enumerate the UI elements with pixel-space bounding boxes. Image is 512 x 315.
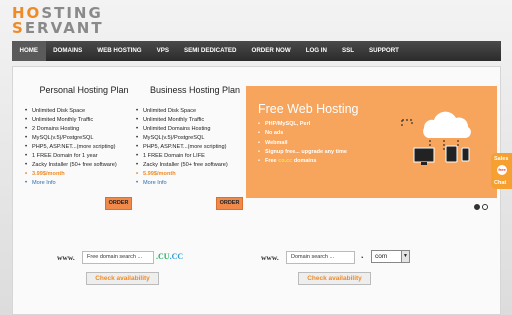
- chat-sales-label: Sales: [494, 156, 509, 162]
- banner-item: Signup free... upgrade any time: [258, 148, 347, 158]
- nav-log-in[interactable]: LOG IN: [298, 41, 334, 61]
- more-info-link[interactable]: More Info: [136, 179, 254, 188]
- main-nav: HOME DOMAINS WEB HOSTING VPS SEMI DEDICA…: [12, 41, 501, 61]
- domain-search-input[interactable]: Domain search ...: [286, 251, 355, 264]
- nav-order-now[interactable]: ORDER NOW: [244, 41, 298, 61]
- check-availability-free-button[interactable]: Check availability: [86, 272, 159, 285]
- feature-item: 2 Domains Hosting: [25, 125, 143, 134]
- feature-item: Zacky Installer (50+ free software): [25, 161, 143, 170]
- banner-item: Free co.cc domains: [258, 157, 347, 167]
- www-label: www.: [57, 253, 75, 262]
- feature-item: Unlimited Monthly Traffic: [25, 116, 143, 125]
- feature-item: Unlimited Monthly Traffic: [136, 116, 254, 125]
- nav-domains[interactable]: DOMAINS: [46, 41, 90, 61]
- check-availability-button[interactable]: Check availability: [298, 272, 371, 285]
- promo-banner[interactable]: Free Web Hosting PHP/MySQL, Perl No ads …: [246, 86, 497, 198]
- nav-vps[interactable]: VPS: [149, 41, 176, 61]
- banner-item: No ads: [258, 129, 347, 139]
- plan-title: Personal Hosting Plan: [39, 85, 129, 95]
- banner-feature-list: PHP/MySQL, Perl No ads Webmail Signup fr…: [258, 120, 347, 167]
- feature-list: Unlimited Disk Space Unlimited Monthly T…: [136, 107, 254, 188]
- feature-item: MySQL(v.5)/PostgreSQL: [136, 134, 254, 143]
- chat-free-badge: free: [497, 165, 507, 175]
- plan-price: 5.99$/month: [136, 170, 254, 179]
- slider-dot[interactable]: [482, 204, 488, 210]
- plan-title: Business Hosting Plan: [149, 85, 241, 95]
- order-button-personal[interactable]: ORDER: [105, 197, 132, 210]
- dot-separator: .: [361, 250, 364, 260]
- nav-support[interactable]: SUPPORT: [362, 41, 407, 61]
- plan-price: 3.99$/month: [25, 170, 143, 179]
- feature-item: PHP5, ASP.NET...(more scripting): [136, 143, 254, 152]
- chevron-down-icon: ▼: [401, 251, 409, 262]
- site-logo[interactable]: HOSTING SERVANT: [12, 6, 122, 40]
- banner-item: Webmail: [258, 139, 347, 149]
- cloud-devices-icon: [401, 111, 471, 165]
- slider-dots: [474, 204, 488, 210]
- feature-item: Unlimited Disk Space: [136, 107, 254, 116]
- banner-item: PHP/MySQL, Perl: [258, 120, 347, 130]
- feature-item: 1 FREE Domain for LIFE: [136, 152, 254, 161]
- nav-semi-dedicated[interactable]: SEMI DEDICATED: [177, 41, 244, 61]
- feature-item: Unlimited Disk Space: [25, 107, 143, 116]
- content-panel: Personal Hosting Plan Unlimited Disk Spa…: [12, 66, 501, 315]
- nav-ssl[interactable]: SSL: [335, 41, 362, 61]
- personal-plan: Personal Hosting Plan Unlimited Disk Spa…: [25, 85, 143, 210]
- feature-item: Zacky Installer (50+ free software): [136, 161, 254, 170]
- sales-chat-tab[interactable]: Sales free Chat: [491, 153, 512, 189]
- free-domain-search-input[interactable]: Free domain search ...: [82, 251, 154, 264]
- slider-dot[interactable]: [474, 204, 480, 210]
- tld-select[interactable]: com ▼: [371, 250, 410, 263]
- feature-item: PHP5, ASP.NET...(more scripting): [25, 143, 143, 152]
- nav-web-hosting[interactable]: WEB HOSTING: [90, 41, 149, 61]
- order-button-business[interactable]: ORDER: [216, 197, 243, 210]
- feature-item: Unlimited Domains Hosting: [136, 125, 254, 134]
- logo-line-2: SERVANT: [12, 19, 104, 37]
- feature-item: 1 FREE Domain for 1 year: [25, 152, 143, 161]
- free-tld-label: .CU.CC: [156, 252, 184, 261]
- nav-home[interactable]: HOME: [12, 41, 46, 61]
- more-info-link[interactable]: More Info: [25, 179, 143, 188]
- feature-list: Unlimited Disk Space Unlimited Monthly T…: [25, 107, 143, 188]
- chat-label: Chat: [494, 180, 507, 186]
- feature-item: MySQL(v.5)/PostgreSQL: [25, 134, 143, 143]
- business-plan: Business Hosting Plan Unlimited Disk Spa…: [136, 85, 254, 210]
- tld-select-value: com: [375, 253, 388, 260]
- banner-title: Free Web Hosting: [258, 102, 359, 116]
- www-label: www.: [261, 253, 279, 262]
